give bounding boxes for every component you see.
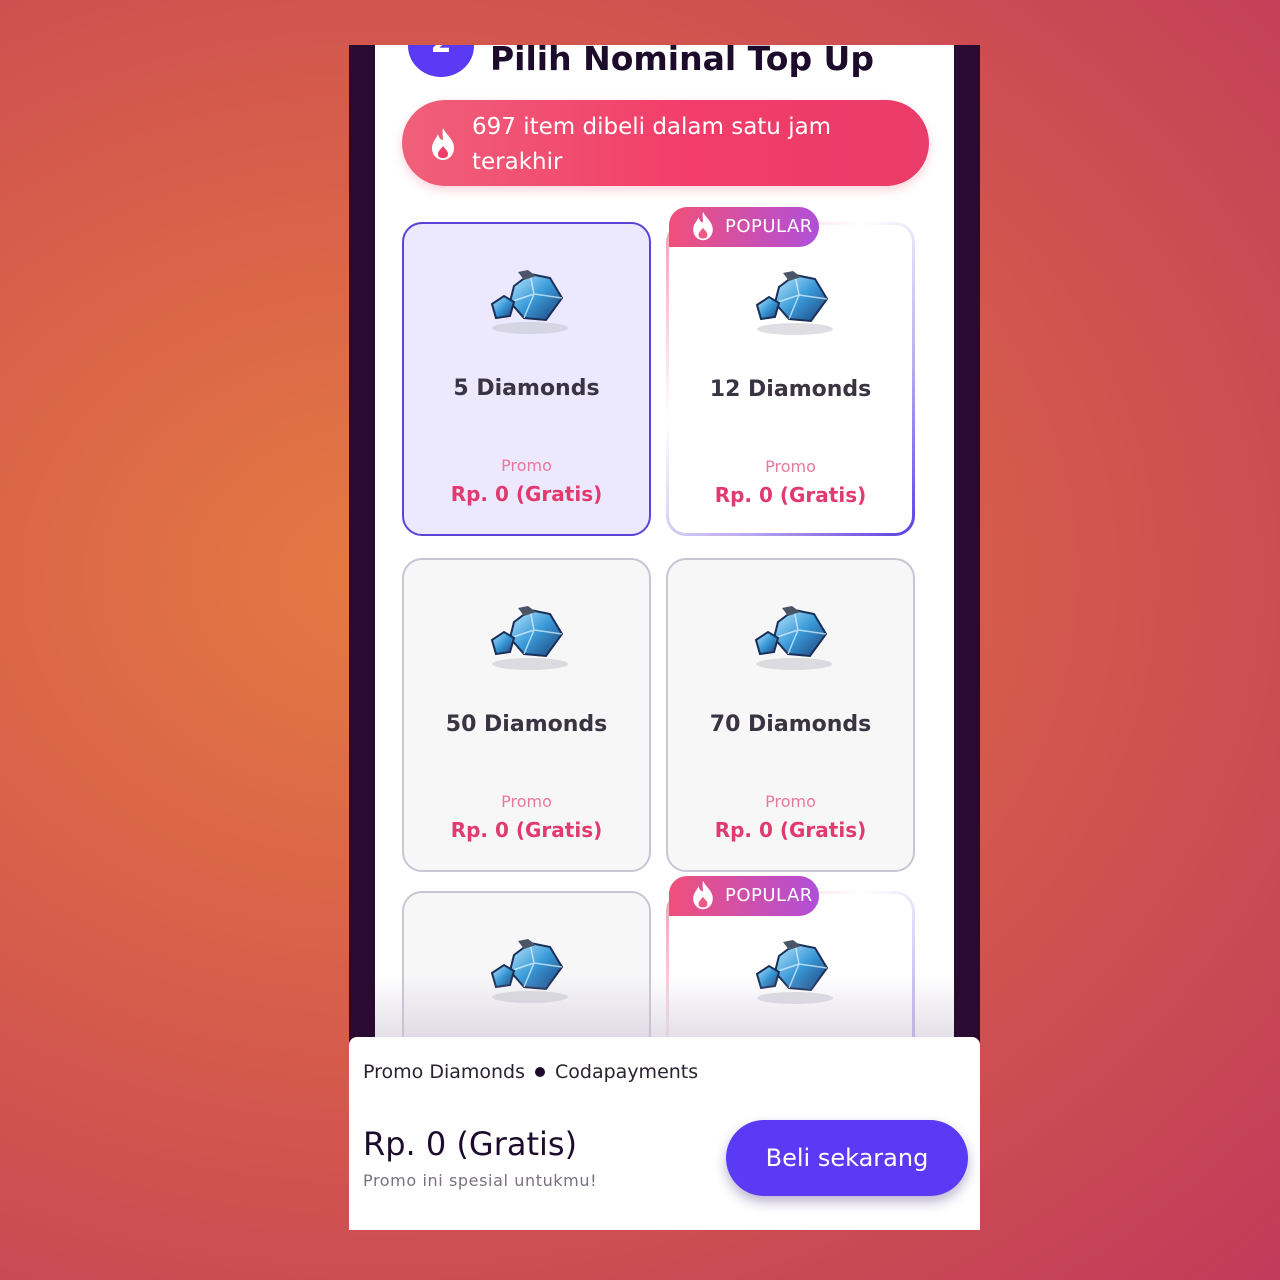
- nominal-card[interactable]: 70 Diamonds Promo Rp. 0 (Gratis): [666, 558, 915, 872]
- payment-provider: Codapayments: [555, 1061, 699, 1083]
- flame-icon: [693, 880, 713, 910]
- section-title: Pilih Nominal Top Up: [490, 45, 874, 78]
- nominal-card[interactable]: POPULAR 12 Diamonds Promo Rp. 0 (Gratis): [666, 207, 915, 536]
- separator-dot: [535, 1066, 546, 1077]
- flame-icon: [432, 128, 454, 160]
- promo-label: Promo: [765, 457, 816, 476]
- selected-product-info: Promo Diamonds Codapayments: [363, 1061, 698, 1083]
- banner-text: 697 item dibeli dalam satu jam terakhir: [472, 114, 832, 175]
- nominal-price: Rp. 0 (Gratis): [714, 818, 867, 842]
- nominal-title: 12 Diamonds: [709, 377, 872, 402]
- checkout-footer: Promo Diamonds Codapayments Rp. 0 (Gratis…: [349, 1037, 980, 1230]
- nominal-title: 5 Diamonds: [453, 376, 600, 401]
- promo-label: Promo: [501, 456, 552, 475]
- nominal-price: Rp. 0 (Gratis): [714, 483, 867, 507]
- step-number: 2: [408, 45, 474, 77]
- promo-subtitle: Promo ini spesial untukmu!: [363, 1171, 598, 1190]
- buy-now-button[interactable]: Beli sekarang: [726, 1120, 968, 1196]
- promo-label: Promo: [501, 792, 552, 811]
- popular-badge: POPULAR: [669, 876, 819, 916]
- nominal-title: 50 Diamonds: [445, 712, 608, 737]
- nominal-card[interactable]: 50 Diamonds Promo Rp. 0 (Gratis): [402, 558, 651, 872]
- flame-icon: [693, 211, 713, 241]
- nominal-title: 70 Diamonds: [709, 712, 872, 737]
- scroll-fade: [375, 975, 954, 1045]
- diamond-icon: [490, 606, 568, 670]
- section-header: 2 Pilih Nominal Top Up: [375, 45, 954, 85]
- selected-product-name: Promo Diamonds: [363, 1061, 526, 1083]
- popular-label: POPULAR: [725, 885, 813, 906]
- diamond-icon: [490, 270, 568, 334]
- topup-panel: 2 Pilih Nominal Top Up 697 item dibeli d…: [375, 45, 954, 1045]
- nominal-price: Rp. 0 (Gratis): [450, 818, 603, 842]
- diamond-icon: [754, 606, 832, 670]
- popular-badge: POPULAR: [669, 207, 819, 247]
- popular-label: POPULAR: [725, 216, 813, 237]
- phone-screen: 2 Pilih Nominal Top Up 697 item dibeli d…: [349, 45, 980, 1230]
- nominal-price: Rp. 0 (Gratis): [450, 482, 603, 506]
- nominal-card[interactable]: 5 Diamonds Promo Rp. 0 (Gratis): [402, 222, 651, 536]
- diamond-icon: [755, 271, 833, 335]
- total-price: Rp. 0 (Gratis): [363, 1125, 578, 1163]
- purchase-activity-banner: 697 item dibeli dalam satu jam terakhir: [402, 100, 929, 186]
- promo-label: Promo: [765, 792, 816, 811]
